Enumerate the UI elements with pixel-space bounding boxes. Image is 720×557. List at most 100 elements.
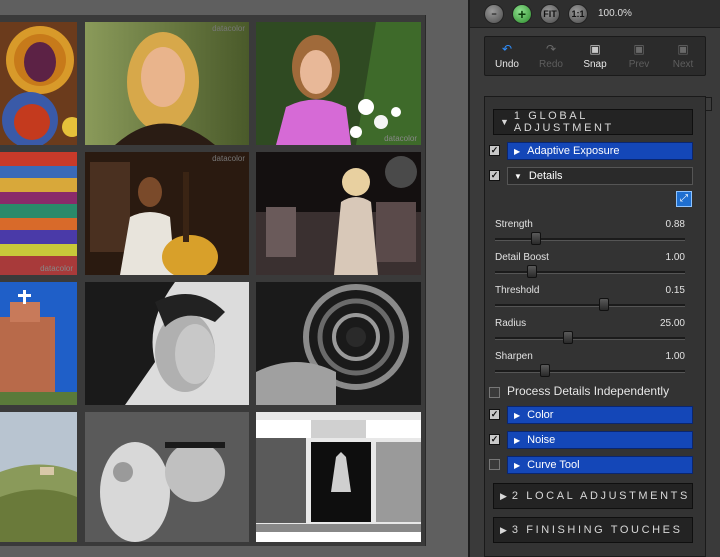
spiral-staircase-image — [256, 282, 421, 405]
guitar-player-image — [85, 152, 249, 275]
bw-test-chart-image — [256, 412, 421, 542]
adjustments-list: ▼ 1 GLOBAL ADJUSTMENT ✓ ▶ Adaptive Expos… — [484, 96, 706, 557]
thumbnail-fruit-plates[interactable] — [0, 22, 77, 145]
adaptive-exposure-bar[interactable]: ▶ Adaptive Exposure — [507, 142, 693, 160]
next-button[interactable]: ▣ Next — [661, 41, 705, 70]
curve-tool-bar[interactable]: ▶ Curve Tool — [507, 456, 693, 474]
sharpen-value: 1.00 — [665, 351, 685, 362]
fit-button[interactable]: FIT — [540, 4, 560, 24]
snap-label: Snap — [583, 59, 607, 70]
history-toolbar: ↶ Undo ↷ Redo ▣ Snap ▣ Prev ▣ Next — [484, 36, 706, 76]
snap-button[interactable]: ▣ Snap — [573, 41, 617, 70]
slider-thumb[interactable] — [599, 298, 609, 311]
finishing-touches-title: 3 FINISHING TOUCHES — [511, 524, 683, 536]
details-label: Details — [528, 170, 563, 182]
adobe-church-image — [0, 282, 77, 405]
sharpen-label: Sharpen — [495, 351, 533, 362]
woman-on-stage-image — [256, 152, 421, 275]
finishing-touches-header[interactable]: ▶ 3 FINISHING TOUCHES — [493, 517, 693, 543]
slider-track[interactable] — [495, 370, 685, 373]
curve-tool-checkbox[interactable] — [489, 459, 500, 470]
thumbnail-guitar-player[interactable]: datacolor — [85, 152, 249, 275]
one-to-one-button[interactable]: 1:1 — [568, 4, 588, 24]
image-browser: datacolor datacolor datacolor datacolor — [0, 0, 468, 557]
thumbnail-spiral-staircase[interactable] — [256, 282, 421, 405]
process-details-independently-checkbox[interactable] — [489, 387, 500, 398]
threshold-value: 0.15 — [665, 285, 685, 296]
noise-checkbox[interactable]: ✓ — [489, 434, 500, 445]
expand-triangle-icon: ▶ — [500, 524, 507, 535]
redo-label: Redo — [539, 59, 563, 70]
threshold-label: Threshold — [495, 285, 540, 296]
thumbnail-bw-scooter[interactable] — [85, 412, 249, 542]
watermark: datacolor — [384, 134, 417, 143]
undo-button[interactable]: ↶ Undo — [485, 41, 529, 70]
thumbnail-adobe-church[interactable] — [0, 282, 77, 405]
thumbnail-girl-with-flowers[interactable]: datacolor — [256, 22, 421, 145]
slider-thumb[interactable] — [527, 265, 537, 278]
details-bar[interactable]: ▼ Details — [507, 167, 693, 185]
radius-slider: Radius 25.00 — [495, 318, 685, 346]
noise-bar[interactable]: ▶ Noise — [507, 431, 693, 449]
slider-track[interactable] — [495, 304, 685, 307]
thumbnail-blonde-woman-portrait[interactable]: datacolor — [85, 22, 249, 145]
process-details-independently-label: Process Details Independently — [507, 384, 670, 398]
prev-button[interactable]: ▣ Prev — [617, 41, 661, 70]
thumbnail-bw-test-chart[interactable] — [256, 412, 421, 542]
process-details-independently-row: Process Details Independently — [489, 384, 699, 400]
detail-boost-label: Detail Boost — [495, 252, 549, 263]
zoom-out-button[interactable]: − — [484, 4, 504, 24]
zoom-in-button[interactable]: + — [512, 4, 532, 24]
adjustment-panel: − + FIT 1:1 100.0% ↶ Undo ↷ Redo ▣ Snap … — [468, 0, 720, 557]
collapse-triangle-icon: ▼ — [514, 171, 522, 181]
radius-value: 25.00 — [659, 318, 685, 329]
strength-value: 0.88 — [665, 219, 685, 230]
expand-triangle-icon: ▶ — [514, 410, 521, 420]
expand-triangle-icon: ▶ — [514, 435, 521, 445]
next-label: Next — [672, 59, 694, 70]
thumbnail-woman-on-stage[interactable] — [256, 152, 421, 275]
zoom-level: 100.0% — [598, 8, 632, 19]
details-checkbox[interactable]: ✓ — [489, 170, 500, 181]
plus-icon: + — [517, 6, 527, 22]
girl-with-flowers-image — [256, 22, 421, 145]
prev-snapshot-icon: ▣ — [633, 42, 645, 56]
slider-thumb[interactable] — [531, 232, 541, 245]
collapse-triangle-icon: ▼ — [500, 117, 509, 127]
radius-label: Radius — [495, 318, 527, 329]
thumbnail-grid: datacolor datacolor datacolor datacolor — [0, 15, 426, 546]
minus-icon: − — [491, 9, 497, 19]
global-adjustment-header[interactable]: ▼ 1 GLOBAL ADJUSTMENT — [493, 109, 693, 135]
expand-triangle-icon: ▶ — [514, 146, 521, 156]
slider-track[interactable] — [495, 337, 685, 340]
local-adjustments-header[interactable]: ▶ 2 LOCAL ADJUSTMENTS — [493, 483, 693, 509]
thumbnail-bw-woman-profile[interactable] — [85, 282, 249, 405]
thumbnail-tuscan-landscape[interactable] — [0, 412, 77, 542]
color-checkbox[interactable]: ✓ — [489, 409, 500, 420]
undo-arrow-icon: ↶ — [501, 42, 513, 56]
color-bar[interactable]: ▶ Color — [507, 406, 693, 424]
thumbnail-colorful-fabrics[interactable]: datacolor — [0, 152, 77, 275]
color-label: Color — [527, 409, 554, 421]
expand-arrows-icon[interactable]: ⤢ — [676, 191, 692, 207]
slider-thumb[interactable] — [540, 364, 550, 377]
adaptive-exposure-label: Adaptive Exposure — [527, 145, 620, 157]
undo-label: Undo — [495, 59, 519, 70]
sharpen-slider: Sharpen 1.00 — [495, 351, 685, 379]
slider-track[interactable] — [495, 271, 685, 274]
watermark: datacolor — [212, 154, 245, 163]
details-row: ✓ ▼ Details — [489, 167, 699, 185]
noise-row: ✓ ▶ Noise — [489, 431, 699, 449]
watermark: datacolor — [212, 24, 245, 33]
bw-woman-profile-image — [85, 282, 249, 405]
strength-label: Strength — [495, 219, 533, 230]
detail-boost-value: 1.00 — [665, 252, 685, 263]
one-to-one-label: 1:1 — [571, 9, 585, 19]
threshold-slider: Threshold 0.15 — [495, 285, 685, 313]
expand-triangle-icon: ▶ — [514, 460, 521, 470]
slider-track[interactable] — [495, 238, 685, 241]
slider-thumb[interactable] — [563, 331, 573, 344]
fit-button-label: FIT — [543, 9, 557, 19]
adaptive-exposure-checkbox[interactable]: ✓ — [489, 145, 500, 156]
redo-button[interactable]: ↷ Redo — [529, 41, 573, 70]
